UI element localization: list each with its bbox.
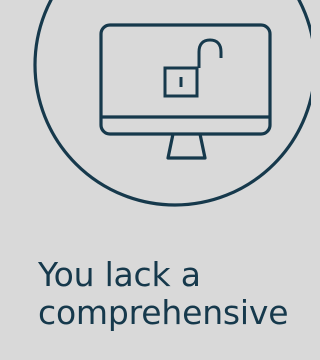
caption-text: You lack a comprehensive [38,256,311,332]
caption-line-1: You lack a [38,256,201,294]
monitor-stand [166,133,207,160]
caption-line-2: comprehensive [38,293,289,332]
unlocked-computer-icon [33,0,311,207]
open-padlock-icon [163,38,223,98]
